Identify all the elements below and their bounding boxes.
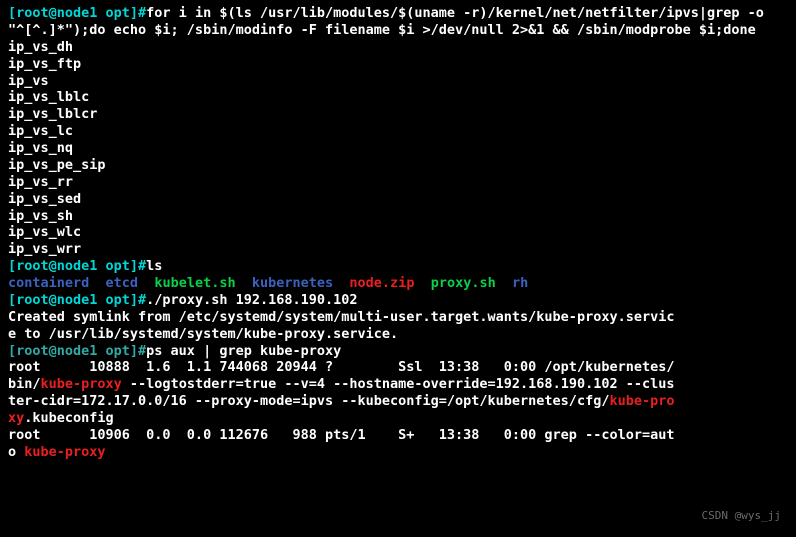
ls-entry: kubernetes xyxy=(252,275,333,291)
module-line: ip_vs xyxy=(8,73,788,90)
output-symlink-2: e to /usr/lib/systemd/system/kube-proxy.… xyxy=(8,326,788,343)
prompt: [root@node1 opt]# xyxy=(8,343,146,359)
ps-row-1b: bin/kube-proxy --logtostderr=true --v=4 … xyxy=(8,376,788,393)
module-line: ip_vs_pe_sip xyxy=(8,157,788,174)
output-module-list: ip_vs_dhip_vs_ftpip_vsip_vs_lblcip_vs_lb… xyxy=(8,39,788,258)
ps-row-1c: ter-cidr=172.17.0.0/16 --proxy-mode=ipvs… xyxy=(8,393,788,410)
ls-entry: proxy.sh xyxy=(431,275,496,291)
ls-entry: containerd xyxy=(8,275,89,291)
cmd-ps: [root@node1 opt]#ps aux | grep kube-prox… xyxy=(8,343,788,360)
ls-entry: etcd xyxy=(106,275,139,291)
prompt: [root@node1 opt]# xyxy=(8,258,146,274)
cmd-ls: [root@node1 opt]#ls xyxy=(8,258,788,275)
ls-entry: kubelet.sh xyxy=(154,275,235,291)
ps-row-1d: xy.kubeconfig xyxy=(8,410,788,427)
module-line: ip_vs_wlc xyxy=(8,224,788,241)
module-line: ip_vs_sed xyxy=(8,191,788,208)
prompt: [root@node1 opt]# xyxy=(8,5,146,21)
ps-row-2b: o kube-proxy xyxy=(8,444,788,461)
watermark: CSDN @wys_jj xyxy=(702,509,781,523)
module-line: ip_vs_sh xyxy=(8,208,788,225)
ps-row-2a: root 10906 0.0 0.0 112676 988 pts/1 S+ 1… xyxy=(8,427,788,444)
module-line: ip_vs_rr xyxy=(8,174,788,191)
module-line: ip_vs_lblcr xyxy=(8,106,788,123)
module-line: ip_vs_lc xyxy=(8,123,788,140)
output-symlink-1: Created symlink from /etc/systemd/system… xyxy=(8,309,788,326)
module-line: ip_vs_nq xyxy=(8,140,788,157)
output-ls: containerd etcd kubelet.sh kubernetes no… xyxy=(8,275,788,292)
ls-entry: node.zip xyxy=(349,275,414,291)
ls-entry: rh xyxy=(512,275,528,291)
module-line: ip_vs_ftp xyxy=(8,56,788,73)
cmd-for-loop: [root@node1 opt]#for i in $(ls /usr/lib/… xyxy=(8,5,788,39)
module-line: ip_vs_wrr xyxy=(8,241,788,258)
ps-row-1a: root 10888 1.6 1.1 744068 20944 ? Ssl 13… xyxy=(8,359,788,376)
cmd-proxy: [root@node1 opt]#./proxy.sh 192.168.190.… xyxy=(8,292,788,309)
module-line: ip_vs_dh xyxy=(8,39,788,56)
prompt: [root@node1 opt]# xyxy=(8,292,146,308)
module-line: ip_vs_lblc xyxy=(8,89,788,106)
